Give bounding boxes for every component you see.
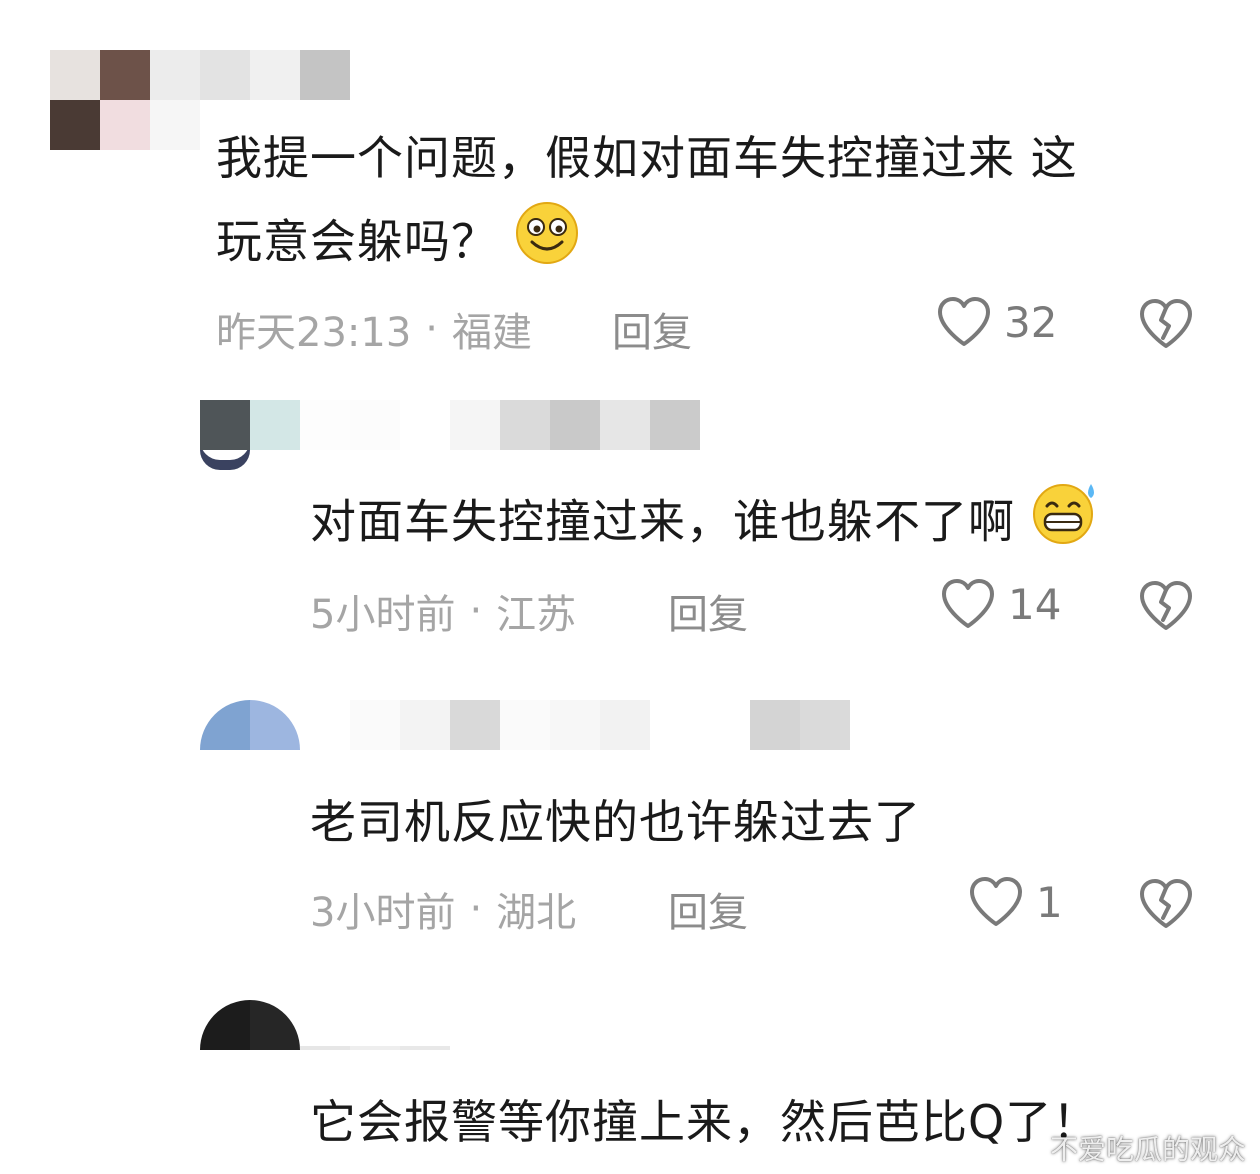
comment-time: 3小时前 [310, 890, 456, 936]
username[interactable] [300, 1000, 450, 1050]
comment-meta: 昨天23:13 · 福建 [216, 300, 532, 358]
comment-location: 福建 [452, 310, 532, 356]
comment-meta: 5小时前 · 江苏 [310, 582, 576, 640]
avatar[interactable] [200, 700, 300, 750]
avatar[interactable] [200, 1000, 300, 1050]
like-count: 32 [1004, 297, 1058, 347]
comment-meta: 3小时前 · 湖北 [310, 880, 576, 938]
broken-heart-icon [1140, 581, 1192, 630]
like-count: 1 [1036, 877, 1063, 927]
heart-icon [942, 579, 994, 628]
dislike-button[interactable] [1138, 878, 1194, 934]
username[interactable] [300, 400, 700, 450]
heart-icon [938, 297, 990, 346]
comment-location: 江苏 [496, 592, 577, 638]
comment-location: 湖北 [496, 890, 577, 936]
separator: · [469, 886, 483, 932]
avatar[interactable] [200, 400, 300, 470]
comment-text: 玩意会躲吗？ [216, 200, 580, 290]
reply-button[interactable]: 回复 [612, 300, 692, 358]
smile-emoji-icon [514, 200, 580, 290]
avatar[interactable] [50, 50, 200, 150]
comment-screenshot: 我提一个问题，假如对面车失控撞过来 这 玩意会躲吗？ 昨天23:13 · 福建 … [0, 0, 1260, 1174]
comment-text: 对面车失控撞过来，谁也躲不了啊 [310, 480, 1099, 570]
broken-heart-icon [1140, 299, 1192, 348]
separator: · [469, 588, 483, 634]
username[interactable] [200, 50, 350, 100]
like-count: 14 [1008, 579, 1062, 629]
sweat-grin-emoji-icon [1031, 480, 1099, 570]
like-button[interactable]: 32 [936, 296, 1057, 348]
watermark: 不爱吃瓜的观众 [1049, 1133, 1246, 1166]
comment-text: 我提一个问题，假如对面车失控撞过来 这 [216, 131, 1078, 185]
comment-text: 它会报警等你撞上来，然后芭比Q了！ [310, 1095, 1100, 1149]
like-button[interactable]: 1 [968, 876, 1063, 928]
separator: · [425, 306, 438, 352]
broken-heart-icon [1140, 879, 1192, 928]
reply-button[interactable]: 回复 [668, 582, 748, 640]
dislike-button[interactable] [1138, 580, 1194, 636]
heart-icon [970, 877, 1022, 926]
comment-time: 5小时前 [310, 592, 456, 638]
dislike-button[interactable] [1138, 298, 1194, 354]
comment-time: 昨天23:13 [216, 310, 412, 356]
like-button[interactable]: 14 [940, 578, 1061, 630]
username[interactable] [300, 700, 900, 750]
reply-button[interactable]: 回复 [668, 880, 748, 938]
comment-text: 老司机反应快的也许躲过去了 [310, 795, 921, 849]
